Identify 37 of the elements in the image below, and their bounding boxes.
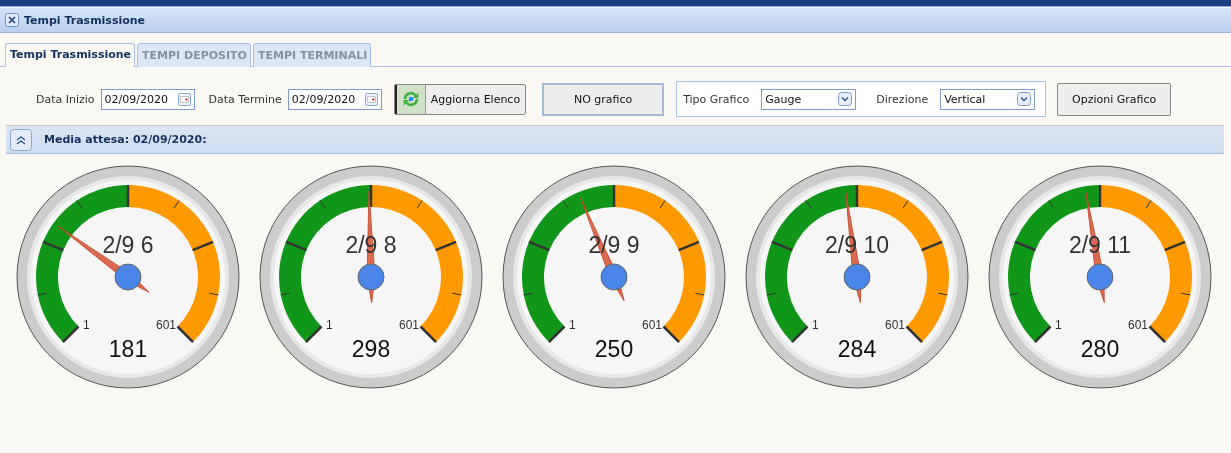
tab[interactable]: Tempi Trasmissione xyxy=(5,43,136,67)
gauge-min: 1 xyxy=(326,318,333,332)
gauge-label: 2/9 6 xyxy=(102,232,154,258)
date-field[interactable]: 02/09/2020 xyxy=(100,88,195,110)
needle-hub xyxy=(1086,263,1114,291)
gauge-value: 284 xyxy=(837,336,877,362)
gauge-value: 250 xyxy=(594,336,634,362)
gauge-max: 601 xyxy=(1127,318,1148,332)
gauge-max: 601 xyxy=(884,318,905,332)
gauge-value: 298 xyxy=(351,336,391,362)
needle-hub xyxy=(843,263,871,291)
field-label: Data Termine xyxy=(208,92,282,106)
gauge-max: 601 xyxy=(155,318,176,332)
no-chart-button[interactable]: NO grafico xyxy=(542,82,665,116)
gauge-max: 601 xyxy=(641,318,662,332)
needle-hub xyxy=(114,263,142,291)
gauge-value: 181 xyxy=(108,336,148,362)
field-label: Direzione xyxy=(876,92,929,106)
field-label: Tipo Grafico xyxy=(683,92,750,106)
gauge-min: 1 xyxy=(812,318,819,332)
collapse-icon[interactable] xyxy=(10,128,32,151)
needle-hub xyxy=(600,263,628,291)
close-icon[interactable] xyxy=(5,13,19,27)
gauge-max: 601 xyxy=(398,318,419,332)
section-title: Media attesa: 02/09/2020: xyxy=(44,133,207,146)
date-field[interactable]: 02/09/2020 xyxy=(287,88,382,110)
gauge-value: 280 xyxy=(1080,336,1120,362)
window-title: Tempi Trasmissione xyxy=(24,13,146,27)
field-label: Data Inizio xyxy=(36,92,95,106)
chart-options-button[interactable]: Opzioni Grafico xyxy=(1057,82,1172,116)
gauge-min: 1 xyxy=(1055,318,1062,332)
chart-type-dropdown[interactable]: Gauge xyxy=(761,88,857,110)
gauge-min: 1 xyxy=(83,318,90,332)
direction-dropdown[interactable]: Vertical xyxy=(940,88,1036,110)
gauge-min: 1 xyxy=(569,318,576,332)
refresh-button[interactable]: Aggiorna Elenco xyxy=(393,83,527,115)
needle-hub xyxy=(357,263,385,291)
